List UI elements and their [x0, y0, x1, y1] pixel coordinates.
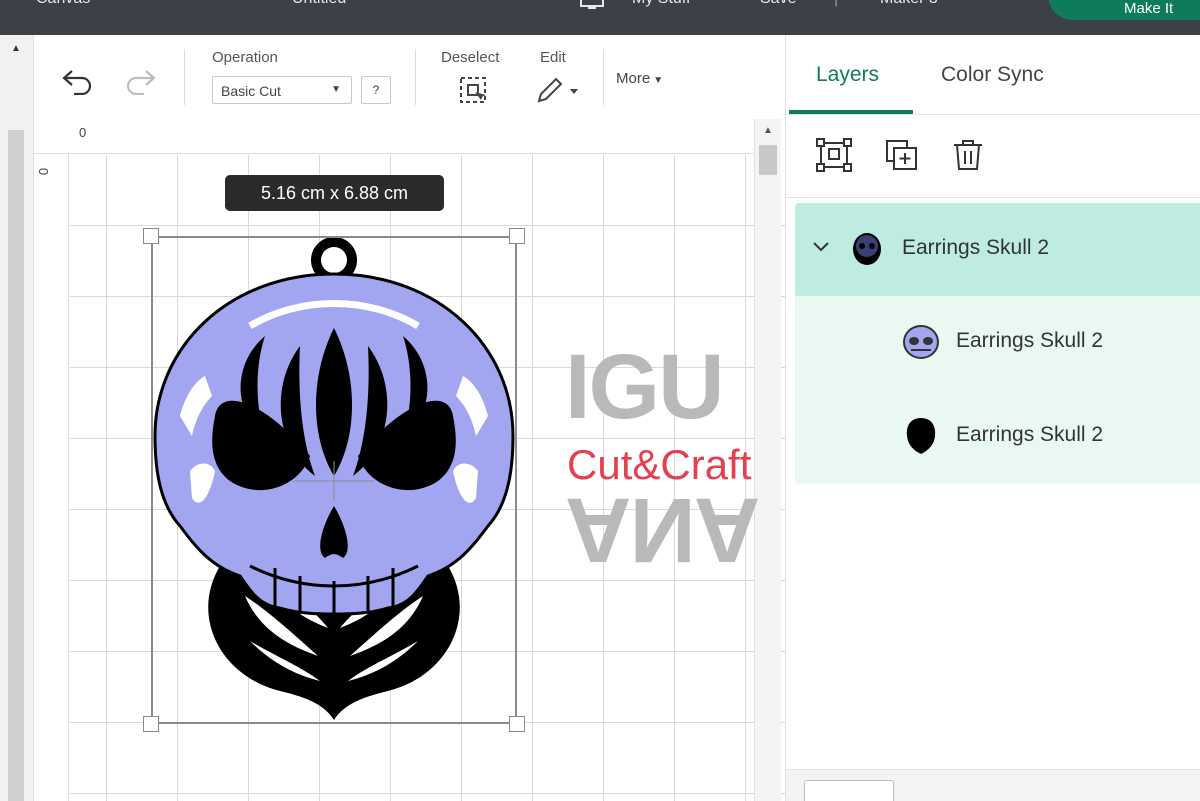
trash-icon[interactable]: [952, 138, 984, 172]
layer-name[interactable]: Earrings Skull 2: [956, 329, 1103, 353]
layer-row[interactable]: Earrings Skull 2: [795, 296, 1200, 390]
more-menu[interactable]: More ▼: [616, 70, 663, 87]
layer-name[interactable]: Earrings Skull 2: [902, 236, 1049, 260]
deselect-label: Deselect: [441, 49, 500, 66]
divider: |: [834, 0, 838, 8]
tab-layers[interactable]: Layers: [816, 63, 879, 87]
ruler-zero-top: 0: [79, 125, 87, 140]
my-stuff-link[interactable]: My Stuff: [632, 0, 690, 8]
caret-down-icon: ▼: [653, 75, 664, 86]
layers-panel: Layers Color Sync Earrings Skull 2 Earri…: [785, 35, 1200, 801]
left-scrollbar[interactable]: [8, 130, 24, 801]
edit-toolbar: Operation Basic Cut ▼ ? Deselect Edit Mo…: [34, 35, 785, 119]
operation-value: Basic Cut: [221, 83, 281, 99]
make-it-button[interactable]: Make It: [1048, 0, 1200, 20]
layer-row-group[interactable]: Earrings Skull 2: [795, 203, 1200, 296]
left-scroll-strip: ▲: [0, 35, 34, 801]
ruler-top: 0: [34, 119, 754, 154]
layer-name[interactable]: Earrings Skull 2: [956, 423, 1103, 447]
watermark-igu: IGU: [565, 336, 725, 438]
layer-thumbnail-icon: [906, 418, 936, 454]
group-icon[interactable]: [816, 138, 852, 172]
operation-help-button[interactable]: ?: [361, 76, 391, 104]
resize-handle-bottom-right[interactable]: [509, 716, 525, 732]
save-link[interactable]: Save: [760, 0, 796, 8]
operation-select[interactable]: Basic Cut ▼: [212, 76, 352, 104]
canvas-title: Canvas: [36, 0, 90, 8]
layer-thumbnail-icon: [853, 233, 881, 265]
monitor-icon[interactable]: [578, 0, 606, 10]
edit-label: Edit: [540, 49, 566, 66]
make-it-label: Make It: [1124, 0, 1174, 17]
undo-icon[interactable]: [60, 67, 96, 95]
machine-selector[interactable]: Maker 3: [880, 0, 938, 8]
scroll-up-icon[interactable]: ▲: [763, 125, 773, 136]
design-space: Canvas Untitled My Stuff Save | Maker 3 …: [0, 0, 1200, 801]
panel-footer: [786, 769, 1200, 801]
chevron-down-icon[interactable]: [812, 241, 830, 253]
layer-group: Earrings Skull 2 Earrings Skull 2 Earrin…: [795, 203, 1200, 484]
more-label: More: [616, 70, 651, 87]
dropdown-arrow-icon: ▼: [331, 84, 341, 95]
watermark-ana: ANA: [565, 479, 759, 581]
top-header-bar: Canvas Untitled My Stuff Save | Maker 3 …: [0, 0, 1200, 35]
ruler-zero-left: 0: [36, 167, 52, 176]
scroll-up-icon[interactable]: ▲: [11, 43, 21, 54]
divider: [786, 197, 1200, 198]
toolbar-separator: [184, 49, 185, 105]
resize-handle-top-left[interactable]: [143, 228, 159, 244]
edit-pencil-icon[interactable]: [534, 75, 580, 105]
operation-label: Operation: [212, 49, 278, 66]
redo-icon[interactable]: [122, 67, 158, 95]
resize-handle-bottom-left[interactable]: [143, 716, 159, 732]
selection-bounding-box[interactable]: [151, 236, 517, 724]
tab-color-sync[interactable]: Color Sync: [941, 63, 1044, 87]
layer-thumbnail-icon: [903, 325, 939, 359]
scrollbar-thumb[interactable]: [759, 145, 777, 175]
layer-row[interactable]: Earrings Skull 2: [795, 390, 1200, 484]
ruler-left: 0: [34, 154, 69, 801]
toolbar-separator: [603, 49, 604, 105]
divider: [786, 114, 1200, 115]
toolbar-separator: [415, 49, 416, 105]
duplicate-icon[interactable]: [885, 139, 919, 171]
watermark-logo: IGU Cut&Craft ANA: [565, 335, 775, 581]
dimension-tooltip: 5.16 cm x 6.88 cm: [225, 175, 444, 211]
resize-handle-top-right[interactable]: [509, 228, 525, 244]
project-name[interactable]: Untitled: [292, 0, 346, 8]
footer-control[interactable]: [804, 780, 894, 801]
deselect-icon[interactable]: [458, 75, 488, 105]
